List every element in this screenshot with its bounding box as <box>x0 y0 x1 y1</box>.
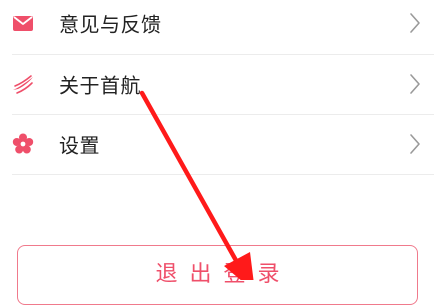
menu-item-about-label: 关于首航 <box>59 73 141 98</box>
settings-flower-icon <box>12 133 34 154</box>
menu-item-feedback-label: 意见与反馈 <box>59 12 162 37</box>
logout-label: 退出登录 <box>155 262 292 287</box>
menu-item-settings-label: 设置 <box>59 133 100 158</box>
menu-item-about[interactable]: 关于首航 <box>0 54 446 114</box>
feedback-envelope-icon <box>13 16 33 31</box>
wings-logo-icon <box>13 75 33 94</box>
chevron-right-icon <box>410 74 420 94</box>
logout-button[interactable]: 退出登录 <box>17 245 418 305</box>
divider <box>12 174 434 175</box>
chevron-right-icon <box>410 134 420 154</box>
menu-item-feedback[interactable]: 意见与反馈 <box>0 0 446 53</box>
chevron-right-icon <box>410 13 420 33</box>
menu-item-settings[interactable]: 设置 <box>0 114 446 174</box>
